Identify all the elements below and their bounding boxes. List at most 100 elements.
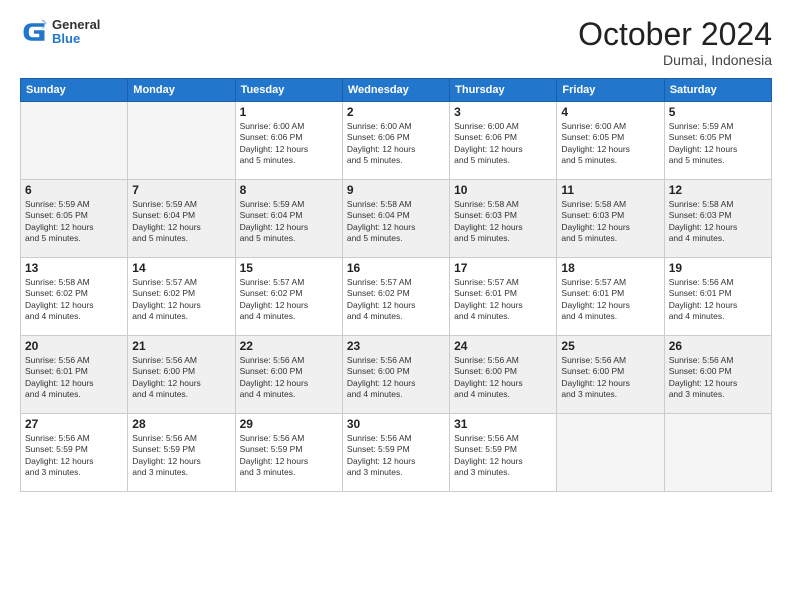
month-title: October 2024 (578, 18, 772, 50)
day-number: 22 (240, 339, 338, 353)
table-row: 8 Sunrise: 5:59 AMSunset: 6:04 PMDaylight… (235, 180, 342, 258)
table-row: 10Sunrise: 5:58 AMSunset: 6:03 PMDayligh… (450, 180, 557, 258)
table-row (21, 102, 128, 180)
cell-text: Sunrise: 6:00 AMSunset: 6:06 PMDaylight:… (347, 121, 445, 167)
day-number: 17 (454, 261, 552, 275)
day-number: 30 (347, 417, 445, 431)
cell-text: Sunrise: 5:56 AMSunset: 5:59 PMDaylight:… (132, 433, 230, 479)
table-row: 31 Sunrise: 5:56 AMSunset: 5:59 PMDayligh… (450, 414, 557, 492)
col-wednesday: Wednesday (342, 79, 449, 102)
table-row: 1 Sunrise: 6:00 AMSunset: 6:06 PMDaylight… (235, 102, 342, 180)
cell-text: Sunrise: 6:00 AMSunset: 6:05 PMDaylight:… (561, 121, 659, 167)
day-number: 7 (132, 183, 230, 197)
table-row: 17 Sunrise: 5:57 AMSunset: 6:01 PMDayligh… (450, 258, 557, 336)
cell-text: Sunrise: 5:58 AMSunset: 6:02 PMDaylight:… (25, 277, 123, 323)
cell-text: Sunrise: 5:56 AMSunset: 5:59 PMDaylight:… (25, 433, 123, 479)
table-row: 21 Sunrise: 5:56 AMSunset: 6:00 PMDayligh… (128, 336, 235, 414)
calendar-row: 13 Sunrise: 5:58 AMSunset: 6:02 PMDayligh… (21, 258, 772, 336)
day-number: 23 (347, 339, 445, 353)
day-number: 9 (347, 183, 445, 197)
calendar-row: 1 Sunrise: 6:00 AMSunset: 6:06 PMDaylight… (21, 102, 772, 180)
day-number: 8 (240, 183, 338, 197)
table-row: 15Sunrise: 5:57 AMSunset: 6:02 PMDayligh… (235, 258, 342, 336)
cell-text: Sunrise: 5:56 AMSunset: 6:00 PMDaylight:… (240, 355, 338, 401)
cell-text: Sunrise: 5:56 AMSunset: 6:01 PMDaylight:… (25, 355, 123, 401)
cell-text: Sunrise: 5:56 AMSunset: 5:59 PMDaylight:… (454, 433, 552, 479)
col-thursday: Thursday (450, 79, 557, 102)
cell-text: Sunrise: 5:56 AMSunset: 6:00 PMDaylight:… (132, 355, 230, 401)
logo-text: General Blue (52, 18, 100, 47)
day-number: 29 (240, 417, 338, 431)
table-row (128, 102, 235, 180)
table-row: 6Sunrise: 5:59 AMSunset: 6:05 PMDaylight… (21, 180, 128, 258)
table-row: 29 Sunrise: 5:56 AMSunset: 5:59 PMDayligh… (235, 414, 342, 492)
day-number: 21 (132, 339, 230, 353)
table-row: 4 Sunrise: 6:00 AMSunset: 6:05 PMDaylight… (557, 102, 664, 180)
cell-text: Sunrise: 5:57 AMSunset: 6:01 PMDaylight:… (561, 277, 659, 323)
calendar-row: 6Sunrise: 5:59 AMSunset: 6:05 PMDaylight… (21, 180, 772, 258)
day-number: 19 (669, 261, 767, 275)
table-row: 9 Sunrise: 5:58 AMSunset: 6:04 PMDaylight… (342, 180, 449, 258)
day-number: 12 (669, 183, 767, 197)
cell-text: Sunrise: 5:56 AMSunset: 6:00 PMDaylight:… (347, 355, 445, 401)
cell-text: Sunrise: 5:59 AMSunset: 6:04 PMDaylight:… (240, 199, 338, 245)
table-row: 30 Sunrise: 5:56 AMSunset: 5:59 PMDayligh… (342, 414, 449, 492)
table-row (557, 414, 664, 492)
table-row: 23 Sunrise: 5:56 AMSunset: 6:00 PMDayligh… (342, 336, 449, 414)
table-row: 27 Sunrise: 5:56 AMSunset: 5:59 PMDayligh… (21, 414, 128, 492)
table-row: 28 Sunrise: 5:56 AMSunset: 5:59 PMDayligh… (128, 414, 235, 492)
cell-text: Sunrise: 5:57 AMSunset: 6:02 PMDaylight:… (347, 277, 445, 323)
title-block: October 2024 Dumai, Indonesia (578, 18, 772, 68)
day-number: 31 (454, 417, 552, 431)
header: General Blue October 2024 Dumai, Indones… (20, 18, 772, 68)
col-friday: Friday (557, 79, 664, 102)
day-number: 27 (25, 417, 123, 431)
calendar-table: Sunday Monday Tuesday Wednesday Thursday… (20, 78, 772, 492)
cell-text: Sunrise: 5:58 AMSunset: 6:03 PMDaylight:… (561, 199, 659, 245)
col-monday: Monday (128, 79, 235, 102)
cell-text: Sunrise: 5:56 AMSunset: 5:59 PMDaylight:… (240, 433, 338, 479)
day-number: 1 (240, 105, 338, 119)
cell-text: Sunrise: 5:58 AMSunset: 6:03 PMDaylight:… (454, 199, 552, 245)
day-number: 26 (669, 339, 767, 353)
table-row: 7 Sunrise: 5:59 AMSunset: 6:04 PMDaylight… (128, 180, 235, 258)
table-row: 12Sunrise: 5:58 AMSunset: 6:03 PMDayligh… (664, 180, 771, 258)
day-number: 28 (132, 417, 230, 431)
cell-text: Sunrise: 5:58 AMSunset: 6:04 PMDaylight:… (347, 199, 445, 245)
table-row (664, 414, 771, 492)
cell-text: Sunrise: 5:56 AMSunset: 6:00 PMDaylight:… (454, 355, 552, 401)
cell-text: Sunrise: 6:00 AMSunset: 6:06 PMDaylight:… (240, 121, 338, 167)
table-row: 24 Sunrise: 5:56 AMSunset: 6:00 PMDayligh… (450, 336, 557, 414)
cell-text: Sunrise: 5:56 AMSunset: 6:00 PMDaylight:… (669, 355, 767, 401)
table-row: 14Sunrise: 5:57 AMSunset: 6:02 PMDayligh… (128, 258, 235, 336)
table-row: 18 Sunrise: 5:57 AMSunset: 6:01 PMDayligh… (557, 258, 664, 336)
cell-text: Sunrise: 5:59 AMSunset: 6:04 PMDaylight:… (132, 199, 230, 245)
page: General Blue October 2024 Dumai, Indones… (0, 0, 792, 612)
day-number: 5 (669, 105, 767, 119)
table-row: 22 Sunrise: 5:56 AMSunset: 6:00 PMDayligh… (235, 336, 342, 414)
cell-text: Sunrise: 5:56 AMSunset: 5:59 PMDaylight:… (347, 433, 445, 479)
cell-text: Sunrise: 5:59 AMSunset: 6:05 PMDaylight:… (25, 199, 123, 245)
calendar-header-row: Sunday Monday Tuesday Wednesday Thursday… (21, 79, 772, 102)
table-row: 13 Sunrise: 5:58 AMSunset: 6:02 PMDayligh… (21, 258, 128, 336)
logo-general: General (52, 18, 100, 32)
location: Dumai, Indonesia (578, 52, 772, 68)
cell-text: Sunrise: 5:57 AMSunset: 6:01 PMDaylight:… (454, 277, 552, 323)
table-row: 16 Sunrise: 5:57 AMSunset: 6:02 PMDayligh… (342, 258, 449, 336)
calendar-row: 20Sunrise: 5:56 AMSunset: 6:01 PMDayligh… (21, 336, 772, 414)
day-number: 16 (347, 261, 445, 275)
table-row: 5Sunrise: 5:59 AMSunset: 6:05 PMDaylight… (664, 102, 771, 180)
table-row: 2 Sunrise: 6:00 AMSunset: 6:06 PMDaylight… (342, 102, 449, 180)
day-number: 2 (347, 105, 445, 119)
cell-text: Sunrise: 5:56 AMSunset: 6:01 PMDaylight:… (669, 277, 767, 323)
day-number: 18 (561, 261, 659, 275)
day-number: 24 (454, 339, 552, 353)
day-number: 4 (561, 105, 659, 119)
table-row: 20Sunrise: 5:56 AMSunset: 6:01 PMDayligh… (21, 336, 128, 414)
day-number: 25 (561, 339, 659, 353)
cell-text: Sunrise: 6:00 AMSunset: 6:06 PMDaylight:… (454, 121, 552, 167)
day-number: 13 (25, 261, 123, 275)
table-row: 26 Sunrise: 5:56 AMSunset: 6:00 PMDayligh… (664, 336, 771, 414)
calendar-row: 27 Sunrise: 5:56 AMSunset: 5:59 PMDayligh… (21, 414, 772, 492)
day-number: 11 (561, 183, 659, 197)
